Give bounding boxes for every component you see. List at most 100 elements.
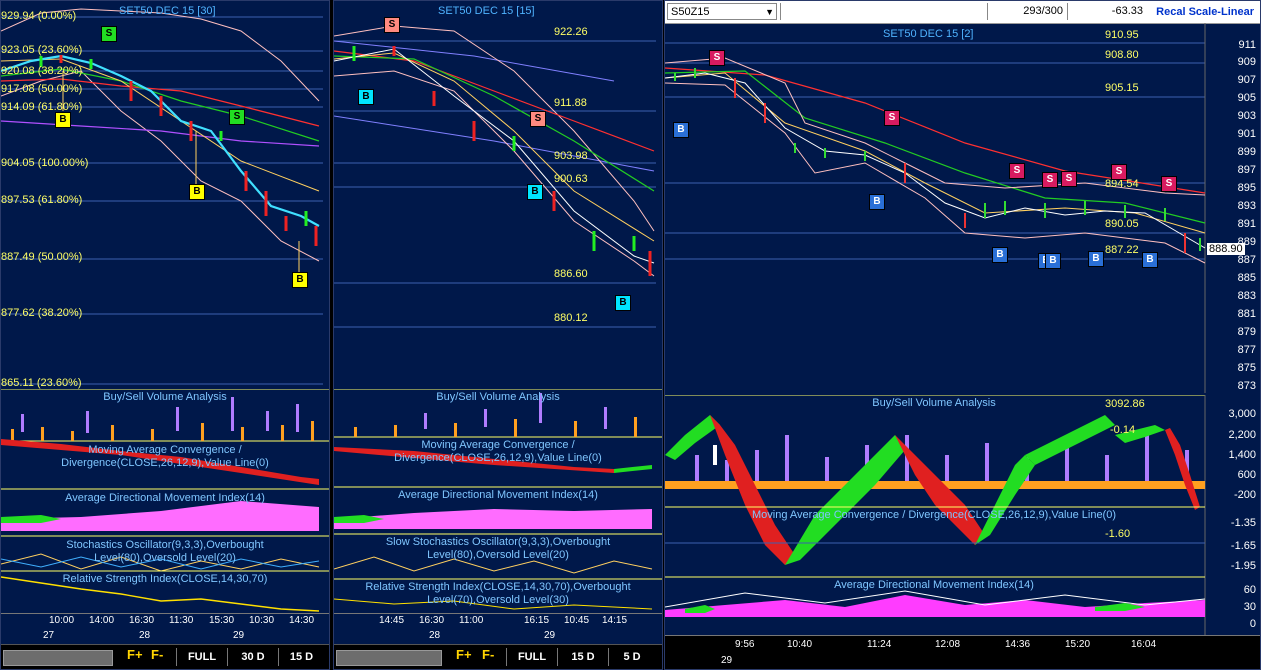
macd-value: -0.14 — [1110, 424, 1136, 436]
time-label: 15:20 — [1065, 639, 1091, 650]
price-level: 900.63 — [554, 173, 588, 185]
date-label: 29 — [721, 655, 733, 666]
y-axis-label: 60 — [1243, 584, 1256, 596]
range-15d-button[interactable]: 15 D — [278, 648, 324, 666]
date-label: 27 — [43, 630, 55, 641]
chart-panel-30min[interactable]: SET50 DEC 15 [30] 929.94 (0.00%) 923.05 … — [0, 0, 330, 670]
indicator-title: Average Directional Movement Index(14) — [834, 579, 1034, 591]
sell-signal-icon[interactable]: S — [1061, 171, 1077, 187]
time-label: 9:56 — [735, 639, 755, 650]
y-axis-label: 30 — [1243, 601, 1256, 613]
y-axis-label: 883 — [1237, 290, 1256, 302]
price-chart-2[interactable] — [334, 1, 663, 391]
y-axis-label: 909 — [1237, 56, 1256, 68]
volume-indicator-1[interactable] — [1, 389, 330, 639]
zoom-in-button[interactable]: F+ — [456, 647, 472, 662]
time-label: 15:30 — [209, 615, 235, 626]
time-label: 16:04 — [1131, 639, 1157, 650]
time-label: 14:30 — [289, 615, 315, 626]
buy-signal-icon[interactable]: B — [869, 194, 885, 210]
sell-signal-icon[interactable]: S — [229, 109, 245, 125]
horizontal-scrollbar[interactable] — [336, 650, 442, 666]
fib-level: 904.05 (100.00%) — [1, 157, 89, 169]
date-label: 28 — [139, 630, 151, 641]
y-axis-label: 1,400 — [1228, 449, 1256, 461]
price-level: 886.60 — [554, 268, 588, 280]
range-5d-button[interactable]: 5 D — [608, 648, 655, 666]
y-axis-label: 879 — [1237, 326, 1256, 338]
y-axis-label: 875 — [1237, 362, 1256, 374]
fib-level: 887.49 (50.00%) — [1, 251, 83, 263]
buy-signal-icon[interactable]: B — [55, 112, 71, 128]
fib-level: 865.11 (23.60%) — [1, 377, 82, 389]
range-full-button[interactable]: FULL — [176, 648, 227, 666]
zoom-out-button[interactable]: F- — [482, 647, 494, 662]
sell-signal-icon[interactable]: S — [709, 50, 725, 66]
macd-signal-value: -1.60 — [1105, 528, 1131, 540]
chart-title: SET50 DEC 15 [15] — [438, 5, 535, 17]
sell-signal-icon[interactable]: S — [1161, 176, 1177, 192]
range-full-button[interactable]: FULL — [506, 648, 557, 666]
range-30d-button[interactable]: 30 D — [227, 648, 278, 666]
buy-signal-icon[interactable]: B — [1142, 252, 1158, 268]
sell-signal-icon[interactable]: S — [101, 26, 117, 42]
buy-signal-icon[interactable]: B — [292, 272, 308, 288]
fib-level: 897.53 (61.80%) — [1, 194, 83, 206]
buy-signal-icon[interactable]: B — [358, 89, 374, 105]
y-axis-label: 891 — [1237, 218, 1256, 230]
buy-signal-icon[interactable]: B — [527, 184, 543, 200]
date-label: 28 — [429, 630, 441, 641]
price-level: 905.15 — [1105, 82, 1139, 94]
y-axis-label: 907 — [1237, 74, 1256, 86]
y-axis-label: 881 — [1237, 308, 1256, 320]
indicator-title: Buy/Sell Volume Analysis — [436, 391, 560, 403]
indicator-title: Relative Strength Index(CLOSE,14,30,70) — [62, 573, 268, 585]
sell-signal-icon[interactable]: S — [1009, 163, 1025, 179]
price-chart-3[interactable] — [665, 23, 1261, 393]
y-axis-label: 897 — [1237, 164, 1256, 176]
indicator-title: Moving Average Convergence / Divergence(… — [61, 444, 269, 469]
sell-signal-icon[interactable]: S — [884, 110, 900, 126]
y-axis-label: -1.35 — [1230, 517, 1256, 529]
buy-signal-icon[interactable]: B — [615, 295, 631, 311]
sell-signal-icon[interactable]: S — [1111, 164, 1127, 180]
price-level: 903.98 — [554, 150, 588, 162]
time-label: 10:00 — [49, 615, 75, 626]
chart-toolbar: F+ F- FULL 15 D 5 D — [334, 644, 662, 669]
buy-signal-icon[interactable]: B — [673, 122, 689, 138]
fib-level: 920.08 (38.20%) — [1, 65, 83, 77]
chart-panel-15min[interactable]: SET50 DEC 15 [15] 922.26 911.88 903.98 9… — [333, 0, 663, 670]
y-axis-label: 877 — [1237, 344, 1256, 356]
date-label: 29 — [233, 630, 245, 641]
time-label: 14:15 — [602, 615, 628, 626]
zoom-out-button[interactable]: F- — [151, 647, 163, 662]
volume-value: 3092.86 — [1105, 398, 1145, 410]
buy-signal-icon[interactable]: B — [189, 184, 205, 200]
recal-scale-button[interactable]: Recal Scale-Linear — [1156, 4, 1254, 20]
buy-signal-icon[interactable]: B — [1045, 253, 1061, 269]
sell-signal-icon[interactable]: S — [530, 111, 546, 127]
y-axis-label: -1.95 — [1230, 560, 1256, 572]
buy-signal-icon[interactable]: B — [992, 247, 1008, 263]
range-15d-button[interactable]: 15 D — [557, 648, 608, 666]
chart-header: S50Z15 ▼ 293/300 -63.33 Recal Scale-Line… — [665, 1, 1260, 24]
buy-signal-icon[interactable]: B — [1088, 251, 1104, 267]
fib-level: 929.94 (0.00%) — [1, 10, 77, 22]
chart-panel-2min[interactable]: S50Z15 ▼ 293/300 -63.33 Recal Scale-Line… — [664, 0, 1261, 670]
y-axis-label: -1.65 — [1230, 540, 1256, 552]
sell-signal-icon[interactable]: S — [1042, 172, 1058, 188]
indicator-title: Moving Average Convergence / Divergence(… — [751, 509, 1117, 521]
indicator-title: Stochastics Oscillator(9,3,3),Overbought… — [66, 539, 264, 564]
empty-field — [780, 3, 987, 20]
fib-level: 877.62 (38.20%) — [1, 307, 83, 319]
horizontal-scrollbar[interactable] — [3, 650, 113, 666]
y-axis-label: 899 — [1237, 146, 1256, 158]
zoom-in-button[interactable]: F+ — [127, 647, 143, 662]
symbol-dropdown[interactable]: S50Z15 ▼ — [667, 3, 777, 20]
y-axis-label: 911 — [1238, 39, 1256, 51]
symbol-value: S50Z15 — [671, 6, 710, 18]
time-label: 14:36 — [1005, 639, 1031, 650]
y-axis-label: -200 — [1233, 489, 1256, 501]
y-axis-label: 885 — [1237, 272, 1256, 284]
sell-signal-icon[interactable]: S — [384, 17, 400, 33]
